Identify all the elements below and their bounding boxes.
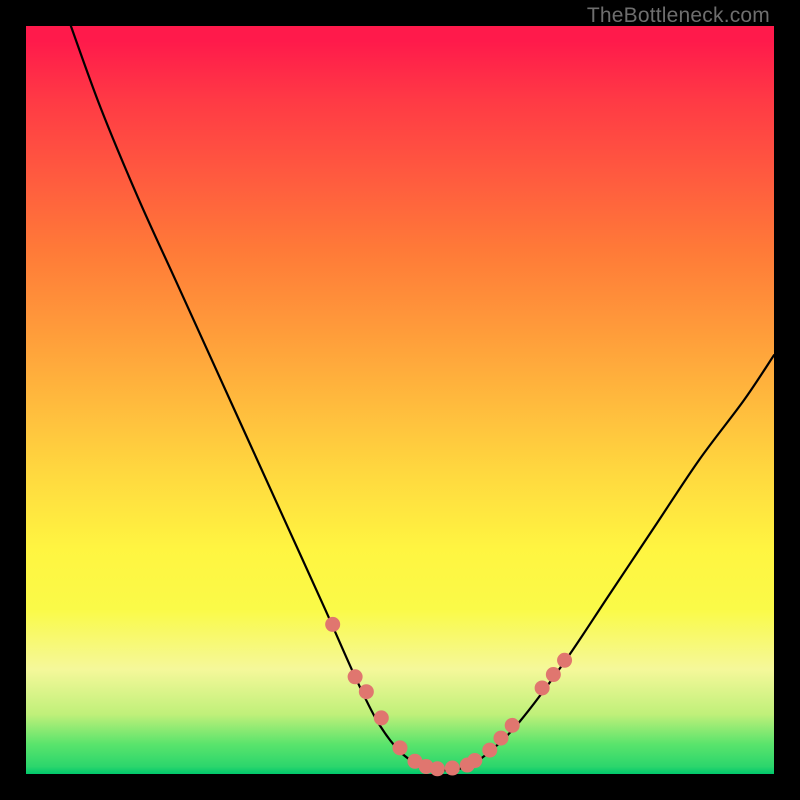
highlight-dot bbox=[505, 718, 520, 733]
highlight-dot bbox=[430, 761, 445, 776]
highlight-dots bbox=[325, 617, 572, 776]
chart-svg bbox=[26, 26, 774, 774]
highlight-dot bbox=[546, 667, 561, 682]
highlight-dot bbox=[535, 680, 550, 695]
highlight-dot bbox=[467, 753, 482, 768]
watermark-text: TheBottleneck.com bbox=[587, 4, 770, 28]
highlight-dot bbox=[393, 740, 408, 755]
highlight-dot bbox=[348, 669, 363, 684]
highlight-dot bbox=[445, 761, 460, 776]
highlight-dot bbox=[374, 710, 389, 725]
highlight-dot bbox=[557, 653, 572, 668]
highlight-dot bbox=[482, 743, 497, 758]
highlight-dot bbox=[325, 617, 340, 632]
highlight-dot bbox=[359, 684, 374, 699]
highlight-dot bbox=[493, 731, 508, 746]
bottleneck-curve bbox=[71, 26, 774, 770]
